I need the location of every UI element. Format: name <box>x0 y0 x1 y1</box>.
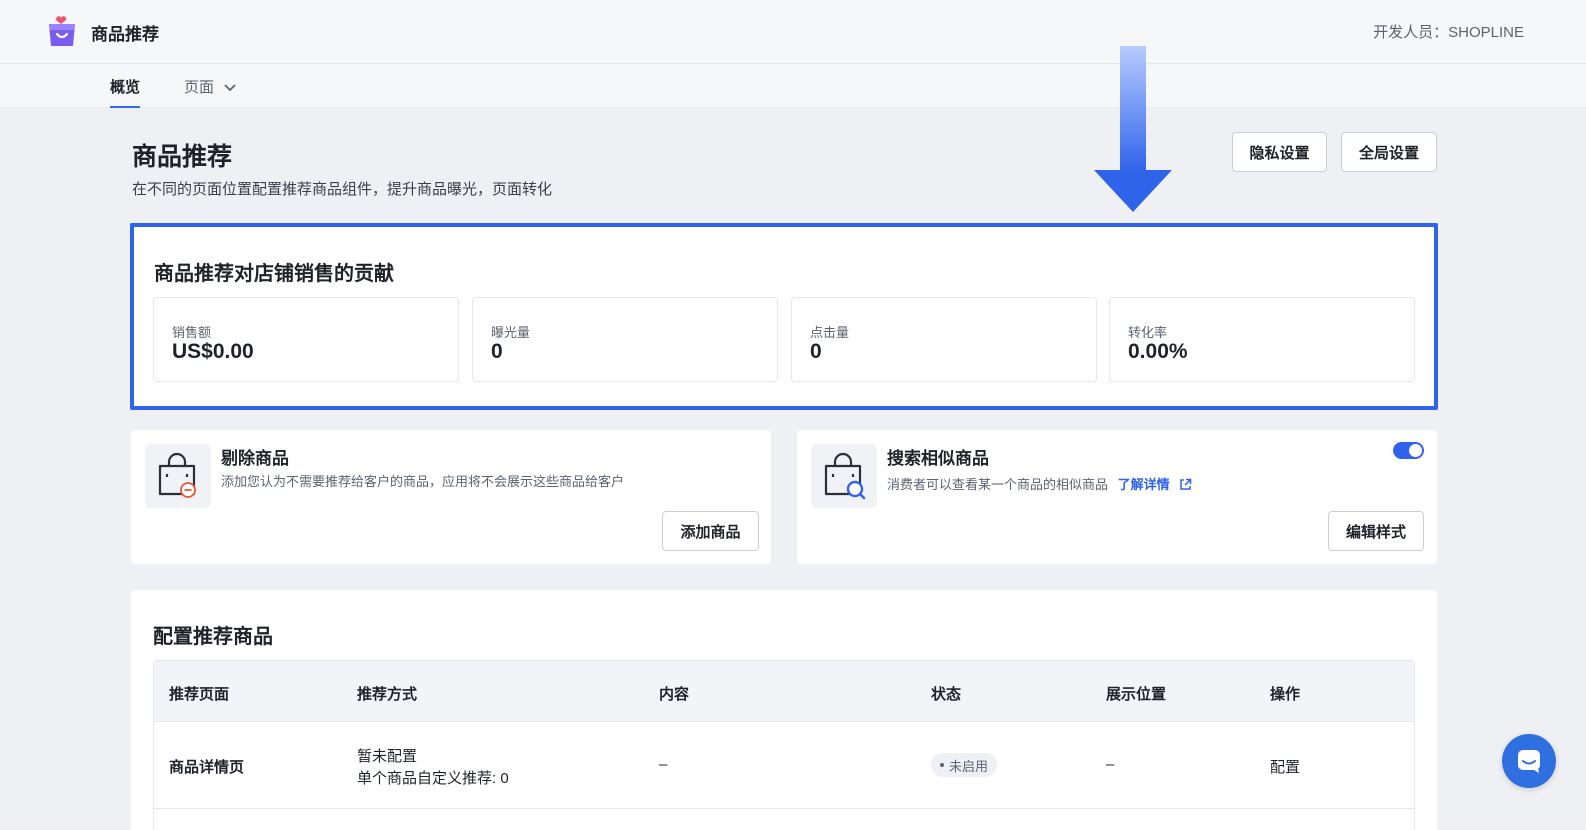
metric-label: 点击量 <box>810 325 850 340</box>
metric-value: 0 <box>810 340 822 363</box>
row-method-line1: 暂未配置 <box>357 748 418 765</box>
chat-button[interactable] <box>1502 734 1556 788</box>
similar-description: 消费者可以查看某一个商品的相似商品 <box>887 477 1109 492</box>
status-badge: 未启用 <box>931 753 998 777</box>
page-title: 商品推荐 <box>132 143 233 171</box>
contribution-title: 商品推荐对店铺销售的贡献 <box>154 263 394 285</box>
table-row: 商品详情页 暂未配置 单个商品自定义推荐: 0 – 未启用 – 配置 <box>154 722 1414 809</box>
row-content: – <box>659 756 668 773</box>
metric-clicks: 点击量 0 <box>791 297 1097 382</box>
app-name: 商品推荐 <box>91 25 159 44</box>
status-text: 未启用 <box>949 758 989 774</box>
metric-value: 0.00% <box>1128 340 1188 363</box>
chat-icon <box>1518 750 1540 773</box>
config-title: 配置推荐商品 <box>153 626 273 648</box>
column-header: 展示位置 <box>1106 686 1167 703</box>
exclude-description: 添加您认为不需要推荐给客户的商品，应用将不会展示这些商品给客户 <box>221 474 625 489</box>
down-arrow-indicator <box>1094 46 1172 212</box>
configure-link[interactable]: 配置 <box>1270 756 1300 777</box>
metric-impressions: 曝光量 0 <box>472 297 778 382</box>
privacy-settings-button[interactable]: 隐私设置 <box>1232 132 1327 172</box>
exclude-products-card: 剔除商品 添加您认为不需要推荐给客户的商品，应用将不会展示这些商品给客户 添加商… <box>131 430 771 564</box>
similar-products-toggle[interactable] <box>1393 442 1424 459</box>
column-header: 推荐页面 <box>169 686 230 703</box>
add-product-button[interactable]: 添加商品 <box>662 511 759 551</box>
similar-title: 搜索相似商品 <box>887 449 989 468</box>
global-settings-button[interactable]: 全局设置 <box>1341 132 1437 172</box>
page-description: 在不同的页面位置配置推荐商品组件，提升商品曝光，页面转化 <box>132 181 553 198</box>
tab-overview[interactable]: 概览 <box>110 76 141 108</box>
config-table: 推荐页面 推荐方式 内容 状态 展示位置 操作 商品详情页 暂未配置 单个商品自… <box>153 660 1415 830</box>
config-card: 配置推荐商品 推荐页面 推荐方式 内容 状态 展示位置 操作 商品详情页 暂未配… <box>131 590 1437 830</box>
chevron-down-icon <box>224 84 236 92</box>
metric-label: 曝光量 <box>491 325 531 340</box>
metric-conversion: 转化率 0.00% <box>1109 297 1415 382</box>
bag-search-icon <box>811 444 877 508</box>
metric-value: US$0.00 <box>172 340 254 363</box>
app-logo-icon <box>49 16 75 46</box>
row-method-line2: 单个商品自定义推荐: 0 <box>357 770 509 787</box>
bag-remove-icon <box>145 444 211 508</box>
column-header: 状态 <box>931 686 962 703</box>
metric-label: 转化率 <box>1128 325 1168 340</box>
developer-label: 开发人员：SHOPLINE <box>1373 24 1524 41</box>
row-position: – <box>1106 756 1115 773</box>
tab-overview-label: 概览 <box>110 79 141 96</box>
learn-more-link[interactable]: 了解详情 <box>1118 477 1170 492</box>
column-header: 内容 <box>659 686 690 703</box>
table-header: 推荐页面 推荐方式 内容 状态 展示位置 操作 <box>154 661 1414 722</box>
external-link-icon[interactable] <box>1179 478 1192 491</box>
status-dot <box>940 763 944 767</box>
metric-value: 0 <box>491 340 503 363</box>
tab-pages-label: 页面 <box>184 79 215 96</box>
column-header: 推荐方式 <box>357 686 418 703</box>
column-header: 操作 <box>1270 686 1301 703</box>
toggle-knob <box>1409 444 1422 457</box>
nav-bar: 概览 页面 <box>0 64 1586 108</box>
top-bar: 商品推荐 开发人员：SHOPLINE <box>0 0 1586 64</box>
similar-products-card: 搜索相似商品 消费者可以查看某一个商品的相似商品 了解详情 编辑样式 <box>797 430 1437 564</box>
exclude-title: 剔除商品 <box>221 449 289 468</box>
metric-label: 销售额 <box>172 325 212 340</box>
similar-description-row: 消费者可以查看某一个商品的相似商品 了解详情 <box>887 474 1192 493</box>
edit-style-button[interactable]: 编辑样式 <box>1328 511 1424 551</box>
row-page: 商品详情页 <box>169 759 245 776</box>
contribution-card: 商品推荐对店铺销售的贡献 销售额 US$0.00 曝光量 0 点击量 0 转化率… <box>130 223 1438 410</box>
metric-sales: 销售额 US$0.00 <box>153 297 459 382</box>
tab-pages[interactable]: 页面 <box>184 76 236 97</box>
